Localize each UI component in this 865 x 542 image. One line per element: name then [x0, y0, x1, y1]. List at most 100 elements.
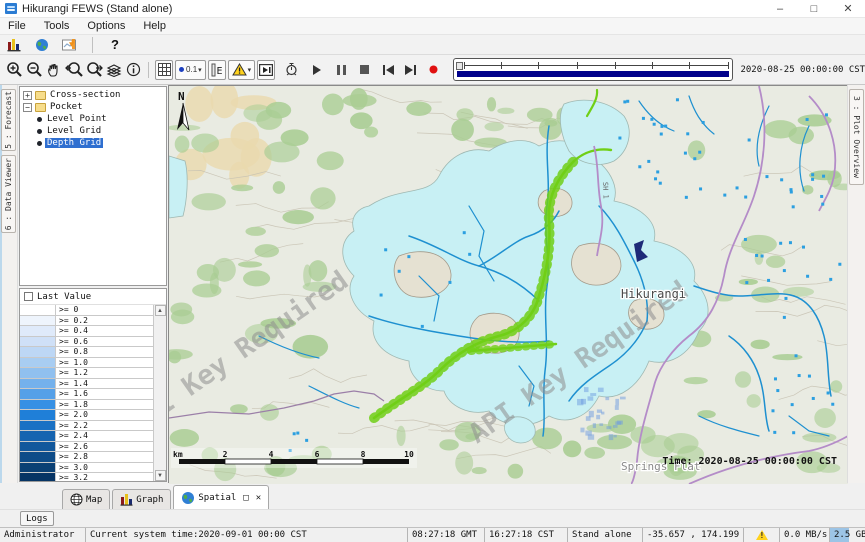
tree-node-cross-section[interactable]: + Cross-section — [22, 89, 166, 101]
legend-row: >= 1.4 — [20, 379, 153, 390]
status-coordinates: -35.657 , 174.199 — [643, 528, 744, 542]
zoom-in-icon[interactable] — [6, 60, 24, 80]
time-slider[interactable] — [453, 58, 734, 81]
close-button[interactable]: ✕ — [831, 0, 865, 17]
legend-swatch — [20, 452, 56, 462]
tree-node-pocket[interactable]: − Pocket — [22, 101, 166, 113]
svg-text:10: 10 — [404, 450, 414, 459]
legend-threshold: >= 2.6 — [56, 442, 153, 452]
warning-layer-dropdown[interactable]: ▾ — [228, 60, 256, 80]
svg-text:N: N — [178, 90, 185, 103]
legend-row: >= 2.4 — [20, 431, 153, 442]
tab-forecast[interactable]: 5 : Forecast — [1, 89, 16, 151]
legend-threshold: >= 2.2 — [56, 421, 153, 431]
info-icon[interactable] — [125, 60, 143, 80]
blue-globe-icon — [181, 491, 195, 505]
left-tab-strip: 5 : Forecast 6 : Data Viewer — [0, 85, 18, 483]
zoom-next-icon[interactable] — [85, 60, 103, 80]
tab-plot-overview[interactable]: 3 : Plot Overview — [849, 89, 864, 185]
zoom-out-icon[interactable] — [26, 60, 44, 80]
legend-swatch — [20, 431, 56, 441]
window-controls: – □ ✕ — [763, 0, 865, 17]
minimize-button[interactable]: – — [763, 0, 797, 17]
spatial-map[interactable]: API Key Required API Key Required Hikura… — [168, 85, 847, 483]
scroll-up-icon[interactable]: ▲ — [155, 305, 166, 316]
layer-tree: + Cross-section − Pocket Level Point Lev… — [19, 86, 167, 286]
step-forward-button[interactable] — [401, 60, 419, 80]
animation-panel-button[interactable] — [257, 60, 275, 80]
menu-options[interactable]: Options — [85, 20, 127, 32]
legend-threshold: >= 1.2 — [56, 368, 153, 378]
timeseries-display-icon[interactable] — [60, 35, 80, 55]
time-slider-track — [464, 65, 729, 66]
close-tab-icon[interactable]: ✕ — [256, 493, 261, 503]
legend-row: >= 1.6 — [20, 389, 153, 400]
legend-row: >= 0.2 — [20, 316, 153, 327]
stop-button[interactable] — [356, 60, 374, 80]
last-value-label: Last Value — [37, 292, 91, 302]
pan-hand-icon[interactable] — [45, 60, 63, 80]
menu-help[interactable]: Help — [141, 20, 168, 32]
collapse-icon[interactable]: − — [23, 103, 32, 112]
tab-map[interactable]: Map — [62, 489, 110, 509]
class-interval-dropdown[interactable]: 0.1 ▾ — [175, 60, 206, 80]
svg-text:2: 2 — [223, 450, 228, 459]
menu-tools[interactable]: Tools — [42, 20, 72, 32]
legend-threshold: >= 0.4 — [56, 326, 153, 336]
time-slider-thumb[interactable] — [456, 62, 463, 70]
legend-row: >= 0.4 — [20, 326, 153, 337]
legend-swatch — [20, 326, 56, 336]
float-tab-icon[interactable]: □ — [243, 493, 248, 503]
legend-row: >= 3.0 — [20, 463, 153, 474]
record-button[interactable] — [425, 60, 443, 80]
tree-node-level-grid[interactable]: Level Grid — [22, 125, 166, 137]
scroll-down-icon[interactable]: ▼ — [155, 470, 166, 481]
legend-swatch — [20, 473, 56, 481]
legend-toggle-button[interactable]: E — [208, 60, 226, 80]
current-datetime-label: 2020-08-25 00:00:00 CST — [740, 65, 865, 75]
place-label-hikurangi: Hikurangi — [621, 287, 686, 301]
legend-panel: Last Value >= 0 >= 0.2 — [19, 288, 167, 482]
interval-dot-icon — [179, 67, 184, 72]
road-label-sh1: SH 1 — [601, 182, 610, 199]
help-button[interactable]: ? — [105, 35, 125, 55]
chevron-down-icon: ▾ — [248, 66, 252, 74]
layers-icon[interactable] — [105, 60, 123, 80]
scale-bar: km 2 4 6 8 10 — [171, 448, 417, 468]
last-value-checkbox[interactable] — [24, 292, 33, 301]
bullet-icon — [37, 117, 42, 122]
status-warning-cell[interactable] — [744, 528, 780, 542]
database-bars-icon[interactable] — [4, 35, 24, 55]
grid-toggle-button[interactable] — [155, 60, 173, 80]
maximize-button[interactable]: □ — [797, 0, 831, 17]
map-canvas[interactable]: API Key Required API Key Required Hikura… — [169, 86, 848, 484]
step-back-button[interactable] — [380, 60, 398, 80]
time-marker-icon[interactable] — [283, 60, 301, 80]
legend-row: >= 3.2 — [20, 473, 153, 481]
status-gmt-time: 08:27:18 GMT — [408, 528, 485, 542]
tab-data-viewer[interactable]: 6 : Data Viewer — [1, 155, 16, 233]
legend-row: >= 1.2 — [20, 368, 153, 379]
legend-swatch — [20, 316, 56, 326]
globe-explorer-icon[interactable] — [32, 35, 52, 55]
legend-swatch — [20, 463, 56, 473]
tab-spatial[interactable]: Spatial □ ✕ — [173, 485, 269, 509]
status-user: Administrator — [0, 528, 86, 542]
tree-node-depth-grid[interactable]: Depth Grid — [22, 137, 166, 149]
legend-threshold: >= 0 — [56, 305, 153, 315]
bar-chart-icon — [120, 493, 133, 506]
legend-row: >= 0.8 — [20, 347, 153, 358]
tab-graph[interactable]: Graph — [112, 489, 171, 509]
play-button[interactable] — [309, 60, 327, 80]
expand-icon[interactable]: + — [23, 91, 32, 100]
pause-button[interactable] — [332, 60, 350, 80]
map-toolbar: 0.1 ▾ E ▾ 2020-08-25 00 — [0, 55, 865, 85]
bullet-icon — [37, 129, 42, 134]
menu-file[interactable]: File — [6, 20, 28, 32]
legend-swatch — [20, 400, 56, 410]
wire-globe-icon — [70, 493, 83, 506]
tree-node-level-point[interactable]: Level Point — [22, 113, 166, 125]
logs-button[interactable]: Logs — [20, 511, 54, 526]
legend-scrollbar[interactable]: ▲ ▼ — [153, 305, 166, 481]
zoom-previous-icon[interactable] — [65, 60, 83, 80]
